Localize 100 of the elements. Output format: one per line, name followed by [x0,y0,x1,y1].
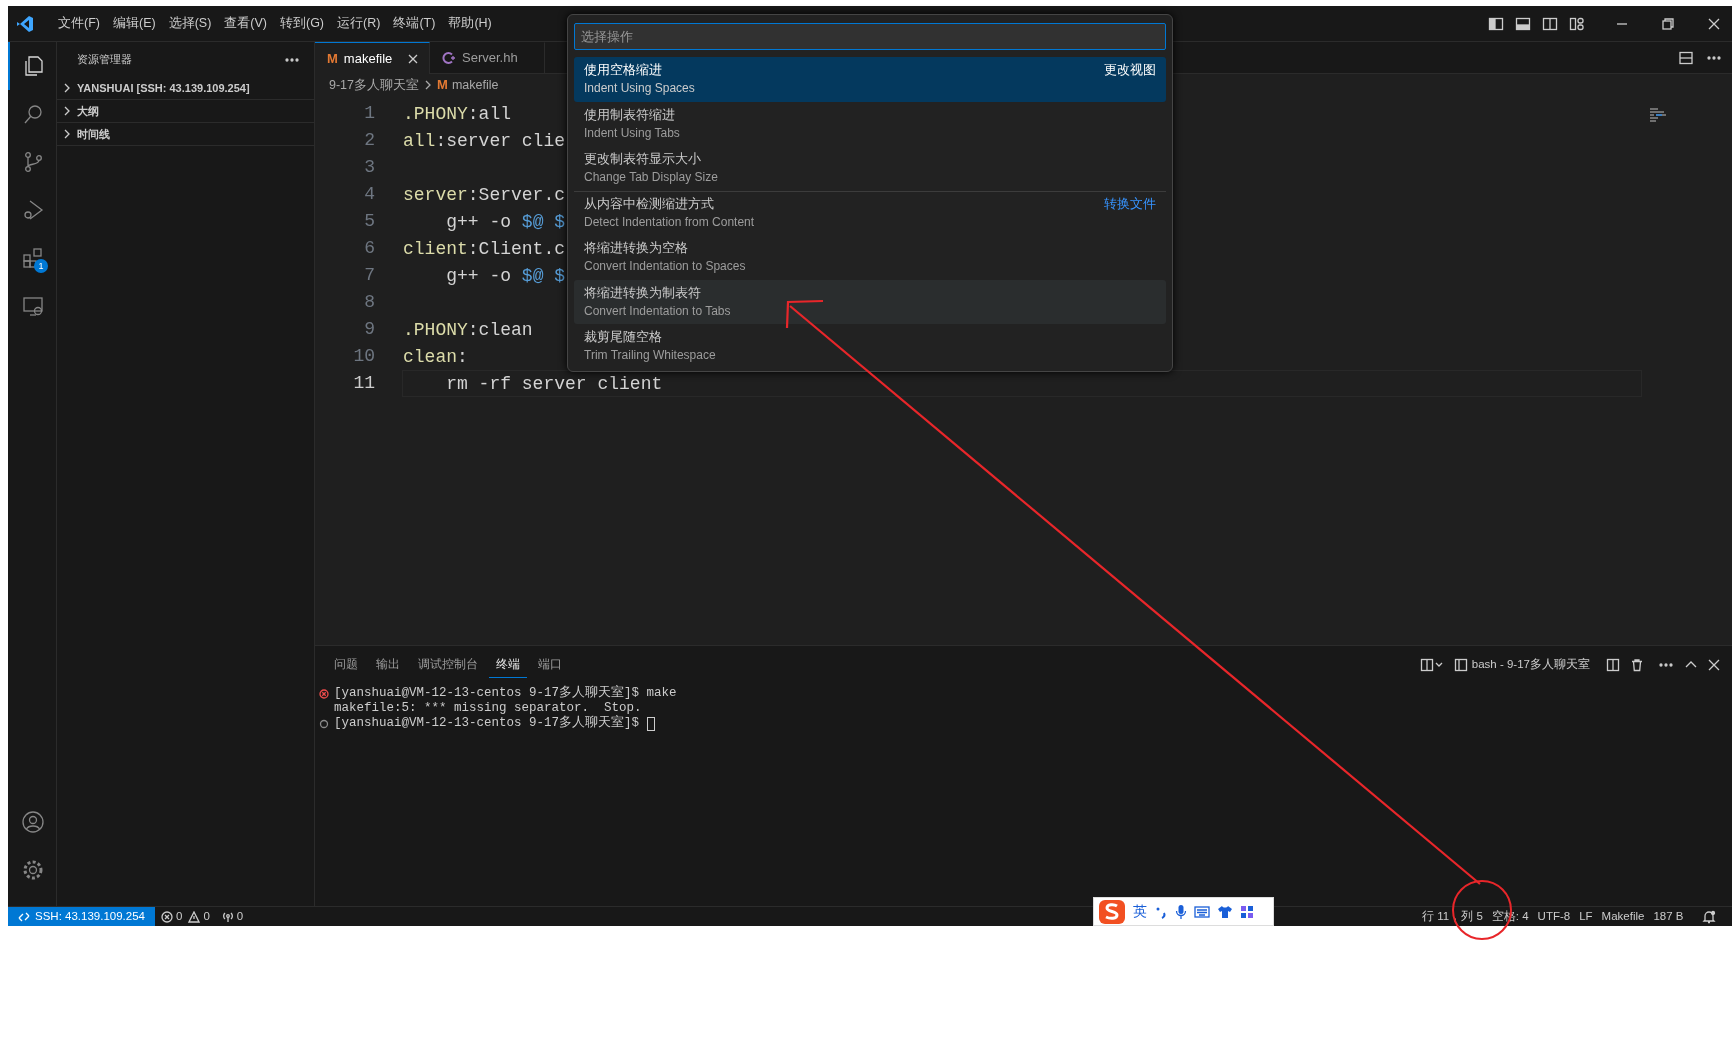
code-line: .PHONY:all [403,104,512,124]
command-item[interactable]: 将缩进转换为空格 Convert Indentation to Spaces [574,235,1166,280]
language-toggle[interactable]: 英 [1133,901,1147,922]
menu-item[interactable]: 选择(S) [162,12,218,35]
toggle-panel-icon[interactable] [1515,15,1531,32]
app-logo-icon [16,14,34,33]
panel-tab[interactable]: 问题 [327,651,365,679]
code-line: clean: [403,347,468,367]
problems-indicator[interactable]: 0 0 [155,907,216,926]
command-item[interactable]: 使用空格缩进 Indent Using Spaces 更改视图 [574,57,1166,102]
command-item[interactable]: 将缩进转换为制表符 Convert Indentation to Tabs [574,279,1166,324]
customize-layout-icon[interactable] [1569,15,1585,32]
status-item[interactable]: 行 11，列 5 [1417,907,1488,926]
panel-tab[interactable]: 输出 [369,651,407,679]
line-number: 8 [363,291,375,314]
file-type-icon: M [437,75,448,95]
section-header[interactable]: 大纲 [57,100,314,123]
warning-icon [188,910,201,923]
remote-icon [18,910,30,923]
minimap-drawing [1650,107,1666,122]
extensions-icon [21,246,45,270]
menu-item[interactable]: 转到(G) [274,12,331,35]
trash-icon[interactable] [1630,658,1644,672]
code-line: server:Server.c [403,185,566,205]
group-label: 更改视图 [1104,62,1156,79]
shirt-icon[interactable] [1217,904,1233,919]
run-debug-icon [21,198,45,222]
close-icon[interactable] [1708,659,1720,671]
line-number: 11 [352,372,375,395]
file-type-icon: M [327,48,338,69]
line-number: 6 [363,237,375,260]
toggle-sidebar-icon[interactable] [1488,15,1504,32]
panel-tab[interactable]: 终端 [489,651,527,679]
line-number: 4 [363,183,375,206]
menu-item[interactable]: 文件(F) [52,12,106,35]
command-detail: Trim Trailing Whitespace [584,347,716,364]
notification-badge: 1 [34,259,48,273]
group-label: 转换文件 [1104,195,1156,213]
grid-icon[interactable] [1240,904,1254,919]
command-item[interactable]: 更改制表符显示大小 Change Tab Display Size [574,146,1166,191]
menu-item[interactable]: 运行(R) [331,12,387,35]
split-editor-icon[interactable] [1678,49,1694,66]
activity-bar-button[interactable]: 1 [8,234,56,282]
split-terminal-icon[interactable] [1606,658,1620,672]
panel-tab[interactable]: 端口 [531,651,569,679]
panel-icon [1453,658,1468,672]
status-item[interactable]: Makefile [1597,907,1649,926]
line-number: 3 [363,156,375,179]
settings-icon [21,858,45,882]
menu-item[interactable]: 查看(V) [218,12,273,35]
panel-tab[interactable]: 调试控制台 [411,651,485,679]
command-detail: Convert Indentation to Spaces [584,258,746,275]
code-line: all:server clie [403,131,566,151]
section-header[interactable]: 时间线 [57,123,314,146]
code-line: client:Client.c [403,239,566,259]
microphone-icon[interactable] [1175,903,1187,920]
editor-tab[interactable]: M makefile [315,42,430,74]
close-icon[interactable] [407,52,419,65]
menu-item[interactable]: 终端(T) [387,12,442,35]
status-item[interactable]: UTF-8 [1533,907,1575,926]
breadcrumb-item[interactable]: 9-17多人聊天室 [329,75,420,95]
menu-item[interactable]: 帮助(H) [442,12,498,35]
toggle-secondary-sidebar-icon[interactable] [1542,15,1558,32]
antenna-icon [221,910,234,923]
breadcrumb-item[interactable]: makefile [451,75,499,95]
code-line: .PHONY:clean [403,320,533,340]
command-label: 裁剪尾随空格 [584,329,663,346]
command-label: 更改制表符显示大小 [584,151,702,168]
code-line: rm -rf server client [445,374,663,394]
command-item[interactable]: 裁剪尾随空格 Trim Trailing Whitespace [574,324,1166,369]
monitor-icon [21,294,45,318]
command-input[interactable]: 选择操作 [574,23,1166,50]
layout-dropdown-icon[interactable] [1419,658,1444,672]
command-detail: Detect Indentation from Content [584,213,755,231]
ime-logo-icon[interactable] [1098,898,1126,925]
command-item[interactable]: 使用制表符缩进 Indent Using Tabs [574,101,1166,146]
menu-item[interactable]: 编辑(E) [106,12,162,35]
terminal-line: [yanshuai@VM-12-13-centos 9-17多人聊天室]$ make [334,686,677,701]
line-number: 2 [363,129,375,152]
keyboard-icon[interactable] [1194,905,1210,918]
command-label: 将缩进转换为制表符 [584,284,702,302]
remote-indicator[interactable]: SSH: 43.139.109.254 [8,907,155,926]
file-type-icon [442,51,456,65]
command-label: 将缩进转换为空格 [584,240,689,257]
section-header[interactable]: YANSHUAI [SSH: 43.139.109.254] [57,77,314,100]
terminal-line: [yanshuai@VM-12-13-centos 9-17多人聊天室]$ [334,716,640,731]
status-item[interactable]: LF [1574,907,1598,926]
close-icon[interactable] [1708,17,1720,30]
line-number: 5 [363,210,375,233]
status-item[interactable]: 187 B [1648,907,1688,926]
terminal-tab[interactable]: bash - 9-17多人聊天室 [1453,656,1590,674]
account-icon [21,810,45,834]
command-label: 使用空格缩进 [584,62,663,79]
sidebar-title: 资源管理器 [77,52,132,68]
ports-indicator[interactable]: 0 [215,907,250,926]
bell-icon[interactable] [1702,909,1716,924]
restore-icon[interactable] [1662,17,1674,30]
command-item[interactable]: 从内容中检测缩进方式 Detect Indentation from Content 转换文件 [574,190,1166,235]
line-number: 7 [363,264,375,287]
command-detail: Convert Indentation to Tabs [584,302,731,320]
